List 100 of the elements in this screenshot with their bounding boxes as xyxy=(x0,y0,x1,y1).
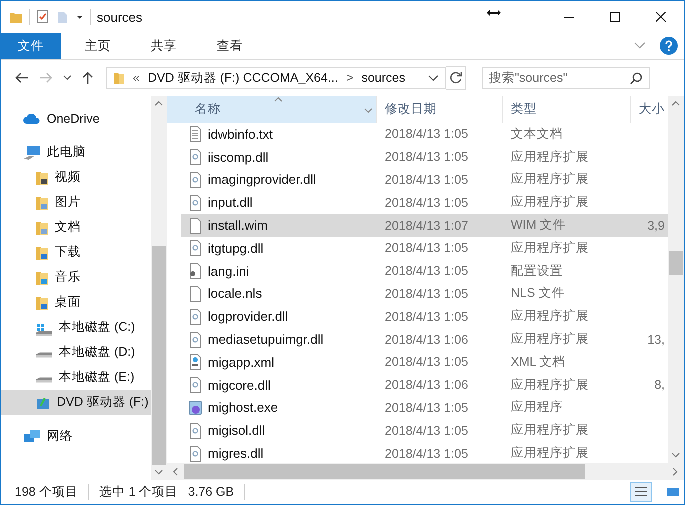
file-row[interactable]: locale.nls 2018/4/13 1:05 NLS 文件 xyxy=(181,282,668,306)
computer-icon xyxy=(23,144,41,160)
file-row[interactable]: itgtupg.dll 2018/4/13 1:05 应用程序扩展 xyxy=(181,236,668,260)
scroll-right-icon[interactable] xyxy=(673,468,678,476)
file-row[interactable]: iiscomp.dll 2018/4/13 1:05 应用程序扩展 xyxy=(181,146,668,169)
sidebar-item[interactable]: 本地磁盘 (D:) xyxy=(1,340,151,365)
sidebar-item[interactable]: 音乐 xyxy=(1,265,151,290)
file-list-scrollbar[interactable] xyxy=(668,96,684,463)
sidebar-item[interactable]: 桌面 xyxy=(1,290,151,315)
properties-icon[interactable] xyxy=(36,10,50,24)
dropdown-icon[interactable] xyxy=(76,13,84,21)
column-header[interactable]: 名称 xyxy=(167,96,377,123)
date-cell-text: 2018/4/13 1:06 xyxy=(384,378,470,392)
type-cell-text: 应用程序扩展 xyxy=(510,445,590,462)
breadcrumb-segment[interactable]: sources xyxy=(362,71,406,85)
breadcrumb-segment[interactable]: DVD 驱动器 (F:) CCCOMA_X64... xyxy=(148,70,338,86)
network-icon xyxy=(23,428,41,444)
column-header[interactable]: 类型 xyxy=(503,96,631,123)
large-icons-icon xyxy=(667,488,679,496)
column-dropdown-icon[interactable] xyxy=(364,108,373,113)
ribbon-tab[interactable]: 共享 xyxy=(135,33,193,59)
scrollbar-thumb[interactable] xyxy=(669,251,683,275)
address-bar[interactable]: « DVD 驱动器 (F:) CCCOMA_X64... > sources xyxy=(106,67,446,89)
up-arrow-icon[interactable] xyxy=(82,71,94,85)
size-cell: 13, xyxy=(648,332,665,347)
file-name: logprovider.dll xyxy=(208,309,288,324)
text-file-icon xyxy=(189,126,202,142)
file-row[interactable]: logprovider.dll 2018/4/13 1:05 应用程序扩展 xyxy=(181,305,668,328)
scroll-up-icon[interactable] xyxy=(672,101,680,106)
sidebar-item[interactable]: 此电脑 xyxy=(1,140,151,165)
folder-icon xyxy=(35,294,49,310)
recent-dropdown-icon[interactable] xyxy=(63,75,72,81)
folder-icon xyxy=(35,244,49,260)
file-row[interactable]: input.dll 2018/4/13 1:05 应用程序扩展 xyxy=(181,191,668,214)
date-cell-text: 2018/4/13 1:05 xyxy=(384,400,470,415)
file-row[interactable]: mediasetupuimgr.dll 2018/4/13 1:06 应用程序扩展 13, xyxy=(181,328,668,351)
date-cell-text: 2018/4/13 1:05 xyxy=(384,424,470,438)
file-row[interactable]: lang.ini 2018/4/13 1:05 配置设置 xyxy=(181,260,668,283)
selection-size: 3.76 GB xyxy=(188,485,234,499)
ribbon-tab[interactable]: 文件 xyxy=(1,33,61,59)
help-icon[interactable] xyxy=(660,37,678,55)
type-cell-text: 应用程序扩展 xyxy=(510,376,590,394)
search-field[interactable]: 搜索"sources" xyxy=(482,67,650,89)
sidebar-item[interactable]: OneDrive xyxy=(1,106,151,131)
scroll-down-icon[interactable] xyxy=(672,453,680,458)
scrollbar-thumb[interactable] xyxy=(184,464,585,479)
sidebar-item[interactable]: 下载 xyxy=(1,240,151,265)
item-count: 198 个项目 xyxy=(15,484,78,500)
sidebar-item[interactable]: 图片 xyxy=(1,190,151,215)
type-cell-text: XML 文档 xyxy=(510,354,567,371)
ribbon-tab[interactable]: 查看 xyxy=(201,33,259,59)
file-row[interactable]: install.wim 2018/4/13 1:07 WIM 文件 3,9 xyxy=(181,214,668,237)
scroll-down-icon[interactable] xyxy=(155,470,163,475)
date-cell-text: 2018/4/13 1:06 xyxy=(384,332,470,347)
sidebar-item[interactable]: 网络 xyxy=(1,424,151,449)
file-row[interactable]: imagingprovider.dll 2018/4/13 1:05 应用程序扩展 xyxy=(181,168,668,192)
date-cell-text: 2018/4/13 1:05 xyxy=(384,196,470,210)
sidebar-scrollbar[interactable] xyxy=(151,96,167,480)
date-cell-text: 2018/4/13 1:05 xyxy=(384,172,470,187)
overflow-chevron[interactable]: « xyxy=(133,71,140,85)
file-row[interactable]: mighost.exe 2018/4/13 1:05 应用程序 xyxy=(181,396,668,420)
file-name: idwbinfo.txt xyxy=(208,126,274,142)
refresh-icon xyxy=(448,71,462,85)
file-name: lang.ini xyxy=(208,264,250,279)
size-cell: 3,9 xyxy=(648,218,665,233)
back-arrow-icon[interactable] xyxy=(15,72,29,84)
sidebar-item[interactable]: 视频 xyxy=(1,165,151,190)
column-header[interactable]: 修改日期 xyxy=(377,96,503,123)
file-row[interactable]: migisol.dll 2018/4/13 1:05 应用程序扩展 xyxy=(181,419,668,442)
window-title: sources xyxy=(97,10,143,24)
application-icon xyxy=(189,400,202,416)
address-dropdown-icon[interactable] xyxy=(428,74,439,82)
column-header[interactable]: 大小 xyxy=(631,96,668,123)
type-cell-text: 配置设置 xyxy=(510,262,564,280)
type-cell-text: 文本文档 xyxy=(510,126,564,143)
file-row[interactable]: migapp.xml 2018/4/13 1:05 XML 文档 xyxy=(181,350,668,374)
sidebar-item[interactable]: 文档 xyxy=(1,215,151,240)
type-cell-text: 应用程序扩展 xyxy=(510,148,590,166)
sidebar-item[interactable]: 本地磁盘 (E:) xyxy=(1,365,151,390)
drive-icon xyxy=(35,322,53,336)
drive-icon xyxy=(35,376,53,382)
scrollbar-thumb[interactable] xyxy=(152,246,166,465)
refresh-button[interactable] xyxy=(446,66,466,90)
expand-ribbon-icon[interactable] xyxy=(634,42,646,50)
dvd-drive-icon xyxy=(35,396,51,410)
file-icon xyxy=(189,218,202,234)
file-name: migisol.dll xyxy=(208,423,266,438)
sidebar-item[interactable]: DVD 驱动器 (F:) xyxy=(1,390,151,415)
file-row[interactable]: migres.dll 2018/4/13 1:05 应用程序扩展 xyxy=(181,442,668,463)
details-view-button[interactable] xyxy=(630,482,652,502)
type-cell-text: 应用程序扩展 xyxy=(510,331,590,348)
breadcrumb-separator[interactable]: > xyxy=(346,71,354,85)
file-row[interactable]: idwbinfo.txt 2018/4/13 1:05 文本文档 xyxy=(181,123,668,146)
minimize-icon xyxy=(564,16,574,18)
scroll-up-icon[interactable] xyxy=(155,101,163,106)
horizontal-scrollbar[interactable] xyxy=(167,463,684,480)
file-row[interactable]: migcore.dll 2018/4/13 1:06 应用程序扩展 8, xyxy=(181,374,668,397)
scroll-left-icon[interactable] xyxy=(173,468,178,476)
sidebar-item[interactable]: 本地磁盘 (C:) xyxy=(1,315,151,340)
ribbon-tab[interactable]: 主页 xyxy=(69,33,127,59)
